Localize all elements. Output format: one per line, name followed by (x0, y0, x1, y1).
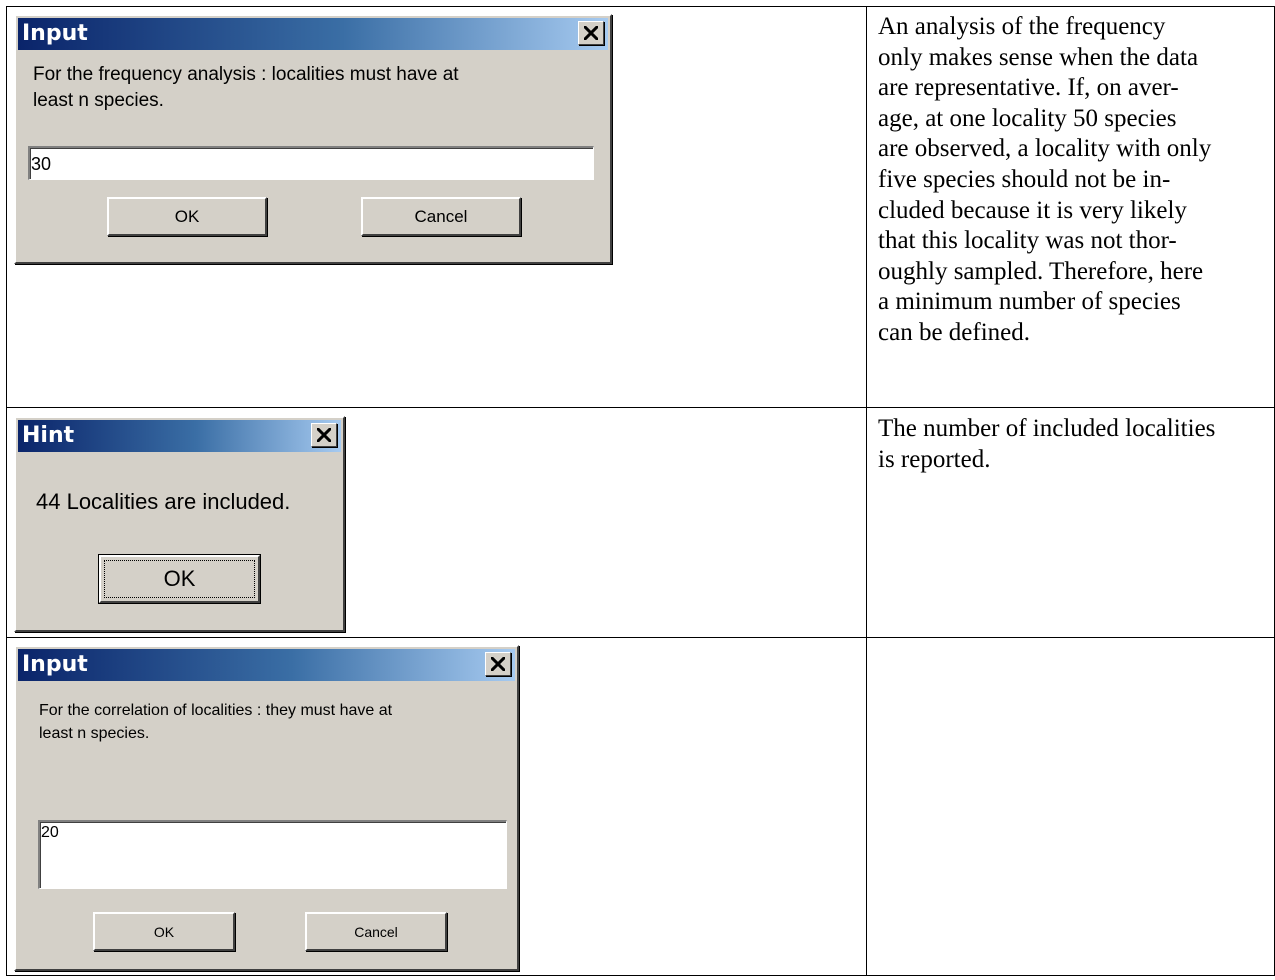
description-line: a minimum number of species (878, 288, 1181, 316)
cancel-button-label: Cancel (414, 206, 468, 226)
dialog-title: Input (22, 21, 88, 46)
close-button[interactable] (311, 423, 337, 447)
close-icon (317, 428, 331, 442)
dialog-title-bar[interactable]: Hint (18, 420, 341, 452)
ok-button[interactable]: OK (93, 912, 235, 951)
prompt-line: For the correlation of localities : they… (39, 702, 393, 719)
description-frequency: An analysis of the frequency only makes … (878, 12, 1273, 349)
description-line: oughly sampled. Therefore, here (878, 257, 1204, 285)
dialog-prompt: For the correlation of localities : they… (39, 699, 392, 745)
table-border-bottom (6, 975, 1275, 976)
description-line: age, at one locality 50 species (878, 104, 1177, 132)
correlation-input-dialog: Input For the correlation of localities … (14, 645, 519, 971)
table-border-top (6, 6, 1275, 7)
cancel-button[interactable]: Cancel (305, 912, 447, 951)
prompt-line: For the frequency analysis : localities … (33, 64, 459, 85)
description-line: is reported. (878, 445, 991, 473)
cancel-button-label: Cancel (354, 923, 398, 940)
close-icon (584, 26, 598, 40)
hint-message: 44 Localities are included. (36, 489, 291, 514)
table-column-divider (866, 6, 867, 976)
close-button[interactable] (578, 21, 604, 45)
description-line: cluded because it is very likely (878, 196, 1187, 224)
ok-button-label: OK (174, 206, 200, 226)
prompt-line: least n species. (33, 90, 164, 111)
description-line: The number of included localities (878, 415, 1216, 442)
description-line: An analysis of the frequency (878, 13, 1166, 40)
description-line: can be defined. (878, 318, 1031, 346)
min-species-input[interactable] (28, 146, 594, 180)
table-row-divider (6, 637, 1275, 638)
min-species-input[interactable] (38, 820, 507, 889)
dialog-title-bar[interactable]: Input (18, 18, 608, 50)
close-icon (491, 657, 505, 671)
close-button[interactable] (485, 652, 511, 676)
description-line: that this locality was not thor- (878, 227, 1177, 255)
ok-button[interactable]: OK (107, 197, 267, 236)
table-row-divider (6, 407, 1275, 408)
description-line: five species should not be in- (878, 165, 1171, 193)
description-line: are observed, a locality with only (878, 135, 1212, 163)
table-border-left (6, 6, 7, 976)
dialog-title-bar[interactable]: Input (18, 649, 515, 681)
hint-dialog: Hint 44 Localities are included. OK (14, 416, 345, 632)
focus-rectangle (104, 560, 255, 598)
dialog-title: Hint (22, 423, 75, 448)
description-line: only makes sense when the data (878, 43, 1199, 71)
frequency-input-dialog: Input For the frequency analysis : local… (14, 14, 612, 264)
prompt-line: least n species. (39, 725, 150, 742)
cancel-button[interactable]: Cancel (361, 197, 521, 236)
dialog-title: Input (22, 652, 88, 677)
ok-button-label: OK (153, 923, 175, 940)
dialog-prompt: For the frequency analysis : localities … (33, 62, 459, 114)
description-hint: The number of included localities is rep… (878, 414, 1273, 475)
description-line: are representative. If, on aver- (878, 74, 1179, 102)
ok-button[interactable]: OK (98, 554, 261, 604)
